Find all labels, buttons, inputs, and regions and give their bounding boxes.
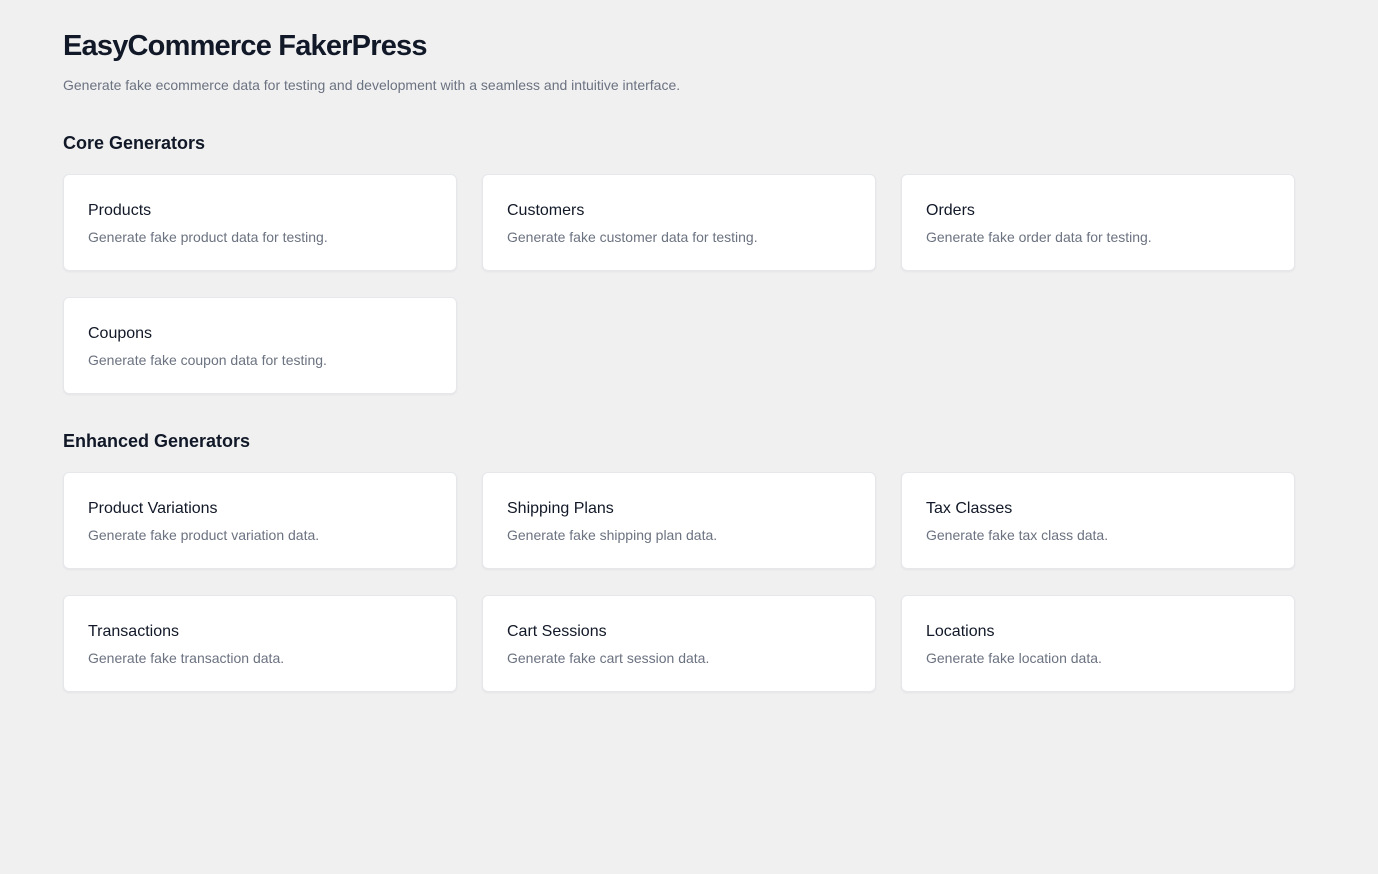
card-description: Generate fake shipping plan data. bbox=[507, 527, 718, 543]
generator-card-cart-sessions[interactable]: Cart Sessions Generate fake cart session … bbox=[482, 595, 876, 692]
card-description: Generate fake coupon data for testing. bbox=[88, 352, 327, 368]
card-description: Generate fake customer data for testing. bbox=[507, 229, 758, 245]
card-title: Coupons bbox=[88, 325, 153, 342]
core-generators-heading: Core Generators bbox=[63, 133, 206, 153]
generator-card-shipping-plans[interactable]: Shipping Plans Generate fake shipping pla… bbox=[482, 472, 876, 569]
card-title: Transactions bbox=[88, 623, 179, 640]
card-description: Generate fake location data. bbox=[926, 650, 1102, 666]
core-generators-grid: Products Generate fake product data for t… bbox=[63, 174, 1378, 394]
generator-card-tax-classes[interactable]: Tax Classes Generate fake tax class data. bbox=[901, 472, 1295, 569]
card-description: Generate fake product data for testing. bbox=[88, 229, 328, 245]
generator-card-product-variations[interactable]: Product Variations Generate fake product … bbox=[63, 472, 457, 569]
card-title: Cart Sessions bbox=[507, 623, 607, 640]
card-title: Product Variations bbox=[88, 500, 218, 517]
card-title: Products bbox=[88, 202, 152, 219]
page-subtitle: Generate fake ecommerce data for testing… bbox=[63, 77, 681, 93]
generator-card-customers[interactable]: Customers Generate fake customer data for… bbox=[482, 174, 876, 271]
card-title: Orders bbox=[926, 202, 975, 219]
card-description: Generate fake order data for testing. bbox=[926, 229, 1152, 245]
card-title: Locations bbox=[926, 623, 995, 640]
enhanced-generators-grid: Product Variations Generate fake product … bbox=[63, 472, 1378, 692]
card-description: Generate fake cart session data. bbox=[507, 650, 710, 666]
enhanced-generators-heading: Enhanced Generators bbox=[63, 431, 251, 451]
card-description: Generate fake tax class data. bbox=[926, 527, 1109, 543]
card-title: Tax Classes bbox=[926, 500, 1013, 517]
page: EasyCommerce FakerPress Generate fake ec… bbox=[0, 0, 1378, 692]
generator-card-coupons[interactable]: Coupons Generate fake coupon data for tes… bbox=[63, 297, 457, 394]
page-title: EasyCommerce FakerPress bbox=[63, 30, 427, 62]
generator-card-locations[interactable]: Locations Generate fake location data. bbox=[901, 595, 1295, 692]
card-title: Shipping Plans bbox=[507, 500, 614, 517]
generator-card-transactions[interactable]: Transactions Generate fake transaction da… bbox=[63, 595, 457, 692]
generator-card-products[interactable]: Products Generate fake product data for t… bbox=[63, 174, 457, 271]
card-description: Generate fake transaction data. bbox=[88, 650, 285, 666]
generator-card-orders[interactable]: Orders Generate fake order data for testi… bbox=[901, 174, 1295, 271]
card-description: Generate fake product variation data. bbox=[88, 527, 320, 543]
card-title: Customers bbox=[507, 202, 585, 219]
